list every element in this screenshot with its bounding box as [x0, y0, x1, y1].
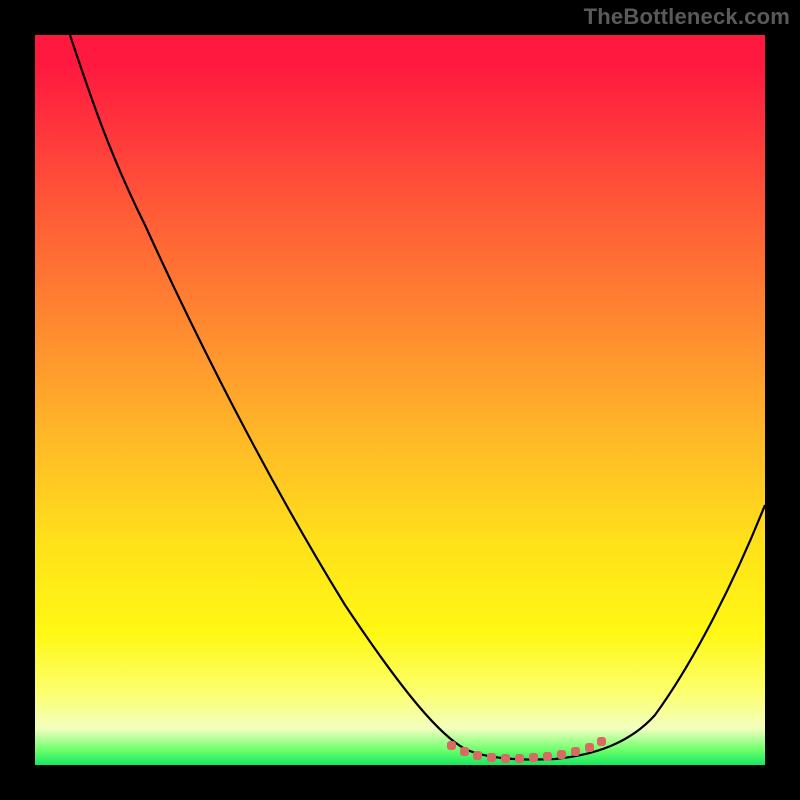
watermark-text: TheBottleneck.com [584, 4, 790, 30]
plot-area [35, 35, 765, 765]
curve-path [70, 35, 765, 760]
chart-frame: TheBottleneck.com [0, 0, 800, 800]
bottleneck-curve [35, 35, 765, 765]
